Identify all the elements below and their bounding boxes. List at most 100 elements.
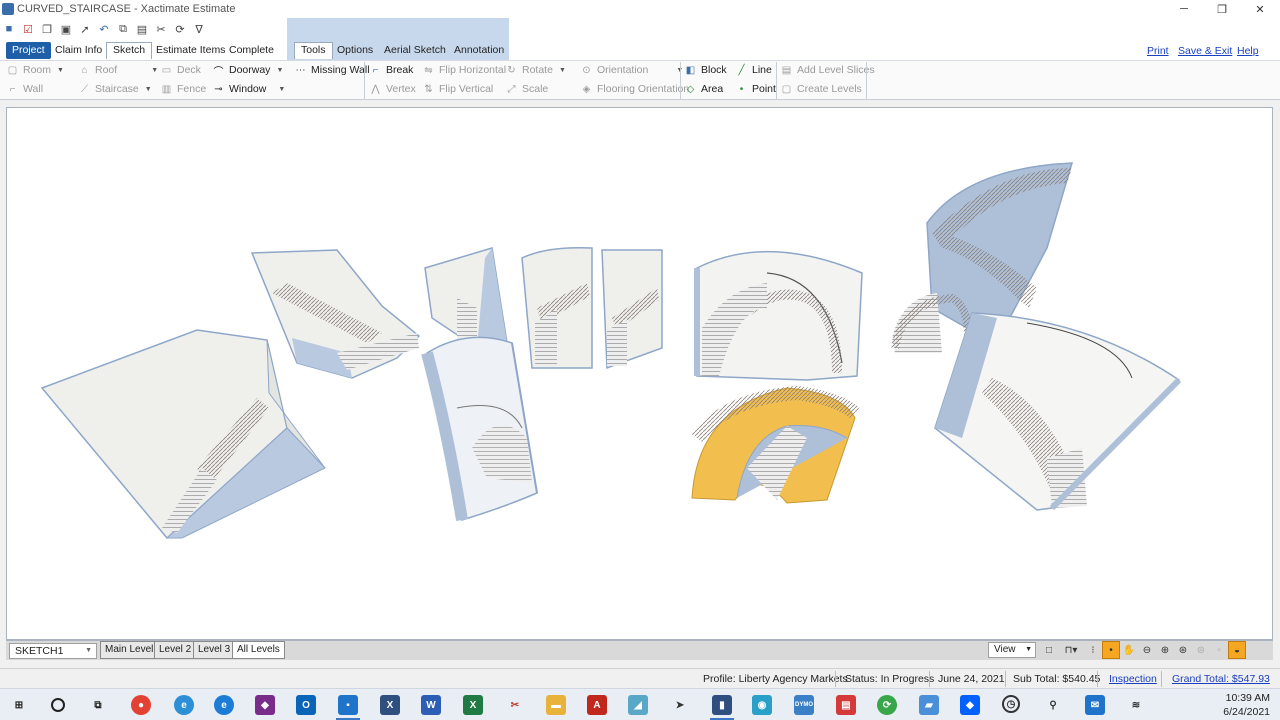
point-button[interactable]: • Point	[735, 80, 776, 98]
wall-button[interactable]: ⌐ Wall	[6, 80, 43, 98]
folder-icon[interactable]: ▰	[919, 695, 939, 715]
windows-start-icon[interactable]: ⊞	[9, 695, 29, 715]
zoom-out-icon[interactable]: ⊖	[1138, 641, 1156, 659]
level-tab-all[interactable]: All Levels	[232, 641, 285, 659]
fence-button[interactable]: ▥ Fence	[160, 80, 206, 98]
recorder-icon[interactable]: ▮	[712, 695, 732, 715]
tab-aerial-sketch[interactable]: Aerial Sketch	[378, 42, 452, 59]
tab-annotation[interactable]: Annotation	[448, 42, 510, 59]
level-tab-2[interactable]: Level 2	[154, 641, 197, 659]
v-logo-icon[interactable]: ∇	[192, 22, 206, 36]
app-icon[interactable]: ◆	[255, 695, 275, 715]
system-clock[interactable]: 10:39 AM 6/24/2021	[1223, 691, 1270, 719]
pen-icon[interactable]: ➤	[670, 695, 690, 715]
tab-claim-info[interactable]: Claim Info	[49, 42, 108, 59]
restore-button[interactable]: ❐	[1203, 0, 1241, 18]
doorway-button[interactable]: ⌒ Doorway ▼	[212, 61, 284, 79]
zoom-in-icon[interactable]: ⊕	[1156, 641, 1174, 659]
checklist-icon[interactable]: ☑	[21, 22, 35, 36]
pointer-icon[interactable]: ➚	[78, 22, 92, 36]
tab-options[interactable]: Options	[331, 42, 379, 59]
tab-project[interactable]: Project	[6, 42, 51, 59]
xactimate-icon[interactable]: ▪	[338, 695, 358, 715]
add-level-slices-button[interactable]: ▤ Add Level Slices	[780, 61, 875, 79]
missing-wall-button[interactable]: ⋯ Missing Wall	[294, 61, 370, 79]
break-button[interactable]: ⌐ Break	[369, 61, 414, 79]
area-button[interactable]: ◇ Area	[684, 80, 724, 98]
tab-sketch[interactable]: Sketch	[106, 42, 153, 59]
block-button[interactable]: ◧ Block	[684, 61, 727, 79]
minimize-button[interactable]: ─	[1165, 0, 1203, 18]
xactimate-x-icon[interactable]: X	[380, 695, 400, 715]
staircase-button[interactable]: ⟋ Staircase ▼	[78, 80, 152, 98]
blank-view-icon[interactable]: ▫	[1210, 641, 1228, 659]
line-button[interactable]: ╱ Line	[735, 61, 771, 79]
level-tab-main[interactable]: Main Level	[100, 641, 159, 659]
screen-app-icon[interactable]: ◢	[628, 695, 648, 715]
orientation-button[interactable]: ⊙Orientation▼	[580, 61, 683, 79]
center-icon[interactable]: •	[1102, 641, 1120, 659]
flooring-orientation-button[interactable]: ◈ Flooring Orientation	[580, 80, 690, 98]
profile-status: Profile: Liberty Agency Markets	[703, 673, 848, 685]
excel-icon[interactable]: X	[463, 695, 483, 715]
room-button[interactable]: ▢ Room ▼	[6, 61, 64, 79]
chrome-icon[interactable]: ●	[131, 695, 151, 715]
magnifier-icon[interactable]: ⚲	[1043, 695, 1063, 715]
zoom-fit-icon[interactable]: ⊛	[1174, 641, 1192, 659]
dropbox-icon[interactable]: ◆	[960, 695, 980, 715]
pan-hand-icon[interactable]: ✋	[1120, 641, 1138, 659]
wifi-app-icon[interactable]: ◉	[752, 695, 772, 715]
view-dropdown[interactable]: View ▼	[988, 642, 1036, 658]
copy-doc-icon[interactable]: ❐	[40, 22, 54, 36]
3d-view-icon[interactable]: ◒	[1228, 641, 1246, 659]
word-icon[interactable]: W	[421, 695, 441, 715]
sketch-selector[interactable]: SKETCH1 ▼	[9, 643, 97, 659]
printer-icon[interactable]: ▤	[836, 695, 856, 715]
copy-icon[interactable]: ⧉	[116, 22, 130, 36]
print-link[interactable]: Print	[1147, 45, 1169, 57]
roof-button[interactable]: ⌂ Roof ▼	[78, 61, 158, 79]
vertex-button[interactable]: ⋀ Vertex	[369, 80, 415, 98]
snipping-tool-icon[interactable]: ✂	[505, 695, 525, 715]
outlook-icon[interactable]: O	[296, 695, 316, 715]
close-button[interactable]: ✕	[1241, 0, 1279, 18]
sketch-canvas[interactable]	[6, 107, 1273, 640]
deck-button[interactable]: ▭ Deck	[160, 61, 201, 79]
mail-icon[interactable]: ✉	[1085, 695, 1105, 715]
create-levels-button[interactable]: ▢ Create Levels	[780, 80, 862, 98]
task-view-icon[interactable]: ⧉	[88, 695, 108, 715]
camera-icon[interactable]: ■	[2, 22, 16, 36]
tab-complete[interactable]: Complete	[223, 42, 280, 59]
redo-icon[interactable]: ⟳	[173, 22, 187, 36]
cylinder-spiral-staircase	[421, 336, 538, 521]
flip-horizontal-button[interactable]: ⇋ Flip Horizontal	[422, 61, 506, 79]
paste-icon[interactable]: ▤	[135, 22, 149, 36]
footprints-icon[interactable]: ⁝	[1084, 641, 1102, 659]
cut-icon[interactable]: ✂	[154, 22, 168, 36]
dymo-icon[interactable]: DYMO	[794, 695, 814, 715]
zoom-window-icon[interactable]: ⊜	[1192, 641, 1210, 659]
undo-icon[interactable]: ↶	[97, 22, 111, 36]
level-tab-3[interactable]: Level 3	[193, 641, 236, 659]
save-icon[interactable]: ▣	[59, 22, 73, 36]
split-view-icon[interactable]: ⊓▾	[1058, 641, 1084, 659]
inspection-link[interactable]: Inspection	[1109, 673, 1157, 685]
search-icon[interactable]	[51, 698, 65, 712]
rotate-button[interactable]: ↻ Rotate ▼	[505, 61, 566, 79]
network-icon[interactable]: ≋	[1126, 695, 1146, 715]
scale-button[interactable]: ⤢ Scale	[505, 80, 549, 98]
acrobat-icon[interactable]: A	[587, 695, 607, 715]
edge-icon[interactable]: e	[214, 695, 234, 715]
ie-icon[interactable]: e	[174, 695, 194, 715]
tab-estimate-items[interactable]: Estimate Items	[150, 42, 231, 59]
grand-total-link[interactable]: Grand Total: $547.93	[1172, 673, 1270, 685]
window-button[interactable]: ⊸ Window ▼	[212, 80, 285, 98]
tab-tools[interactable]: Tools	[294, 42, 333, 59]
single-view-icon[interactable]: □	[1040, 641, 1058, 659]
flip-vertical-button[interactable]: ⇅ Flip Vertical	[422, 80, 493, 98]
clock-app-icon[interactable]: ◷	[1002, 695, 1020, 713]
file-explorer-icon[interactable]: ▬	[546, 695, 566, 715]
help-link[interactable]: Help	[1237, 45, 1259, 57]
save-exit-link[interactable]: Save & Exit	[1178, 45, 1232, 57]
sync-icon[interactable]: ⟳	[877, 695, 897, 715]
